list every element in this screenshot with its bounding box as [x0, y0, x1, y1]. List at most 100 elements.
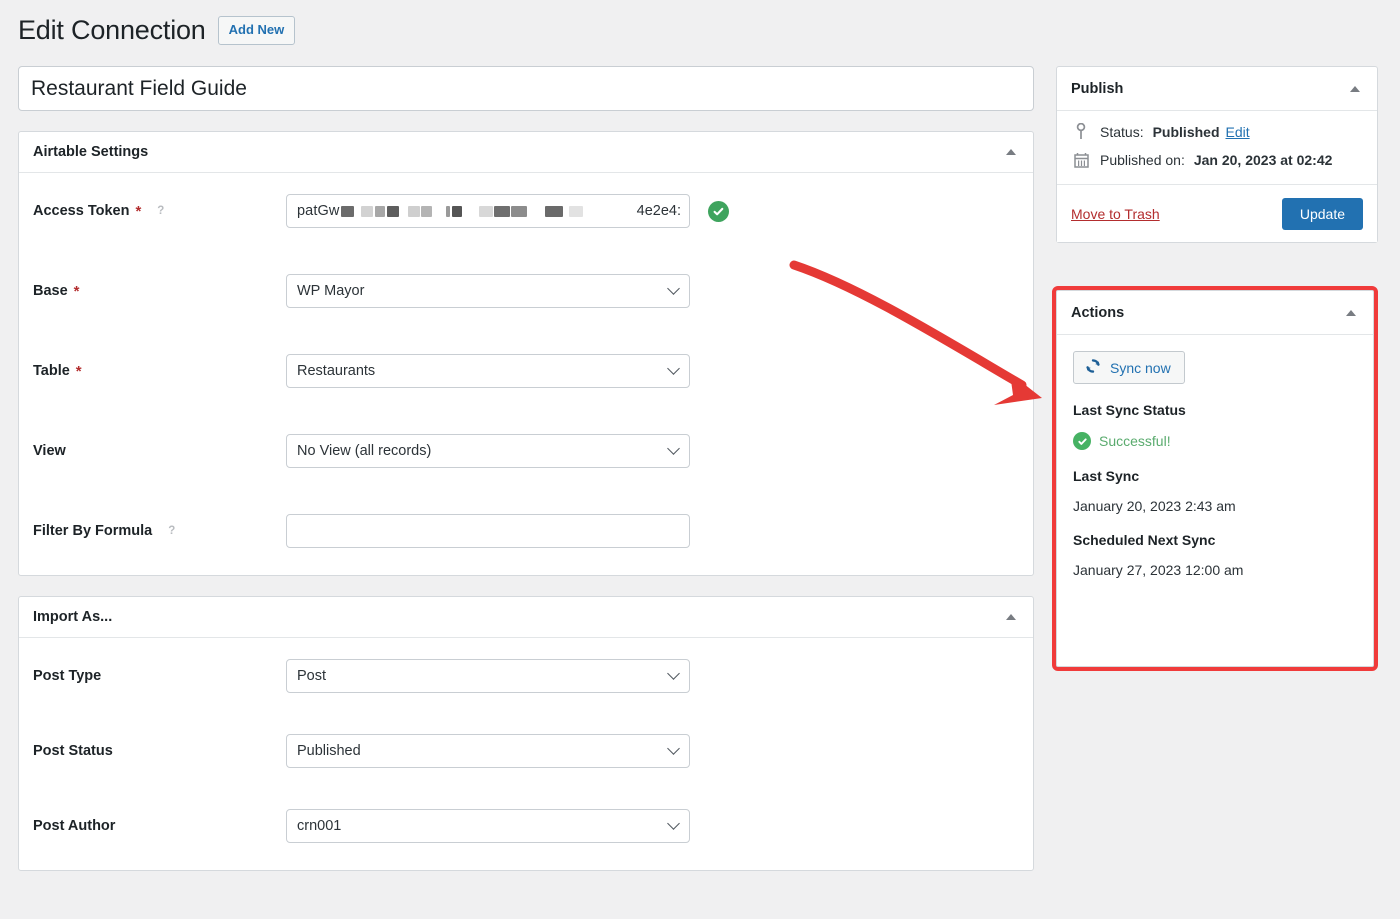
check-icon [1073, 432, 1091, 450]
publish-rows: Status: Published Edit [1057, 111, 1377, 184]
import-as-panel: Import As... Post Type Post [18, 596, 1034, 871]
post-status-label-text: Post Status [33, 743, 113, 759]
sync-now-label: Sync now [1110, 360, 1171, 376]
published-on-label: Published on: [1100, 152, 1185, 168]
airtable-settings-header: Airtable Settings [19, 132, 1033, 173]
post-status-label: Post Status [33, 743, 286, 759]
field-row-table: Table * Restaurants [19, 351, 1033, 391]
triangle-up-icon [1006, 149, 1016, 155]
actions-title: Actions [1071, 305, 1124, 321]
last-sync-value: January 20, 2023 2:43 am [1073, 498, 1357, 514]
access-token-label: Access Token * ? [33, 203, 286, 219]
connection-title-input[interactable] [18, 66, 1034, 111]
update-button[interactable]: Update [1282, 198, 1363, 230]
field-row-filter-by-formula: Filter By Formula ? [19, 511, 1033, 551]
table-control: Restaurants [286, 354, 690, 388]
publish-actions-bar: Move to Trash Update [1057, 184, 1377, 242]
publish-status-edit-link[interactable]: Edit [1226, 124, 1250, 140]
pin-icon [1071, 123, 1091, 140]
filter-by-formula-input[interactable] [286, 514, 690, 548]
base-control: WP Mayor [286, 274, 690, 308]
access-token-prefix: patGw [297, 203, 339, 219]
page-title: Edit Connection [18, 14, 206, 46]
access-token-suffix: 4e2e4: [637, 203, 681, 219]
post-author-select[interactable]: crn001 [286, 809, 690, 843]
import-as-body: Post Type Post Post Status Published [19, 638, 1033, 870]
required-asterisk: * [74, 284, 80, 299]
triangle-up-icon [1346, 310, 1356, 316]
field-row-post-author: Post Author crn001 [19, 806, 1033, 846]
actions-body: Sync now Last Sync Status Successful! La… [1057, 335, 1373, 592]
required-asterisk: * [135, 204, 141, 219]
published-on-value: Jan 20, 2023 at 02:42 [1194, 152, 1333, 168]
base-select[interactable]: WP Mayor [286, 274, 690, 308]
view-select[interactable]: No View (all records) [286, 434, 690, 468]
token-valid-check-icon [708, 201, 729, 222]
post-type-control: Post [286, 659, 690, 693]
field-row-access-token: Access Token * ? patGw [19, 191, 1033, 231]
publish-status-row: Status: Published Edit [1071, 123, 1363, 140]
view-label-text: View [33, 443, 66, 459]
table-select[interactable]: Restaurants [286, 354, 690, 388]
sync-now-button[interactable]: Sync now [1073, 351, 1185, 384]
help-icon[interactable]: ? [168, 525, 175, 537]
actions-panel: Actions Sync now [1056, 290, 1374, 667]
post-author-label: Post Author [33, 818, 286, 834]
last-sync-status-row: Successful! [1073, 432, 1357, 450]
filter-by-formula-label-text: Filter By Formula [33, 523, 152, 539]
actions-collapse-toggle[interactable] [1341, 303, 1361, 323]
import-as-title: Import As... [33, 609, 112, 625]
import-as-collapse-toggle[interactable] [1001, 607, 1021, 627]
field-row-post-status: Post Status Published [19, 731, 1033, 771]
post-type-label: Post Type [33, 668, 286, 684]
table-label: Table * [33, 363, 286, 379]
last-sync-status-label: Last Sync Status [1073, 402, 1357, 418]
required-asterisk: * [76, 364, 82, 379]
field-row-view: View No View (all records) [19, 431, 1033, 471]
sync-icon [1085, 358, 1101, 377]
airtable-settings-panel: Airtable Settings Access Token * ? patGw [18, 131, 1034, 576]
publish-status-label: Status: [1100, 124, 1144, 140]
post-status-select[interactable]: Published [286, 734, 690, 768]
access-token-control: patGw [286, 194, 729, 228]
publish-panel: Publish Status: Published Edit [1056, 66, 1378, 243]
filter-by-formula-label: Filter By Formula ? [33, 523, 286, 539]
add-new-button[interactable]: Add New [218, 16, 296, 45]
base-label: Base * [33, 283, 286, 299]
publish-collapse-toggle[interactable] [1345, 79, 1365, 99]
post-author-label-text: Post Author [33, 818, 115, 834]
post-type-select[interactable]: Post [286, 659, 690, 693]
help-icon[interactable]: ? [157, 205, 164, 217]
published-on-row: Published on: Jan 20, 2023 at 02:42 [1071, 152, 1363, 168]
triangle-up-icon [1350, 86, 1360, 92]
publish-title: Publish [1071, 81, 1123, 97]
page-header: Edit Connection Add New [18, 14, 295, 46]
access-token-label-text: Access Token [33, 203, 129, 219]
publish-status-value: Published [1153, 124, 1220, 140]
access-token-input[interactable]: patGw [286, 194, 690, 228]
filter-by-formula-control [286, 514, 690, 548]
scheduled-next-sync-value: January 27, 2023 12:00 am [1073, 562, 1357, 578]
table-label-text: Table [33, 363, 70, 379]
post-status-control: Published [286, 734, 690, 768]
main-content-column: Airtable Settings Access Token * ? patGw [18, 66, 1034, 871]
edit-connection-page: Edit Connection Add New Airtable Setting… [0, 0, 1400, 919]
field-row-post-type: Post Type Post [19, 656, 1033, 696]
airtable-settings-collapse-toggle[interactable] [1001, 142, 1021, 162]
actions-header: Actions [1057, 291, 1373, 335]
move-to-trash-link[interactable]: Move to Trash [1071, 206, 1160, 222]
sidebar: Publish Status: Published Edit [1056, 66, 1378, 243]
airtable-settings-title: Airtable Settings [33, 144, 148, 160]
view-control: No View (all records) [286, 434, 690, 468]
last-sync-label: Last Sync [1073, 468, 1357, 484]
airtable-settings-body: Access Token * ? patGw [19, 173, 1033, 575]
import-as-header: Import As... [19, 597, 1033, 638]
triangle-up-icon [1006, 614, 1016, 620]
calendar-icon [1071, 152, 1091, 168]
last-sync-status-value: Successful! [1099, 433, 1171, 449]
view-label: View [33, 443, 286, 459]
field-row-base: Base * WP Mayor [19, 271, 1033, 311]
base-label-text: Base [33, 283, 68, 299]
actions-panel-highlight: Actions Sync now [1052, 286, 1378, 671]
publish-header: Publish [1057, 67, 1377, 111]
